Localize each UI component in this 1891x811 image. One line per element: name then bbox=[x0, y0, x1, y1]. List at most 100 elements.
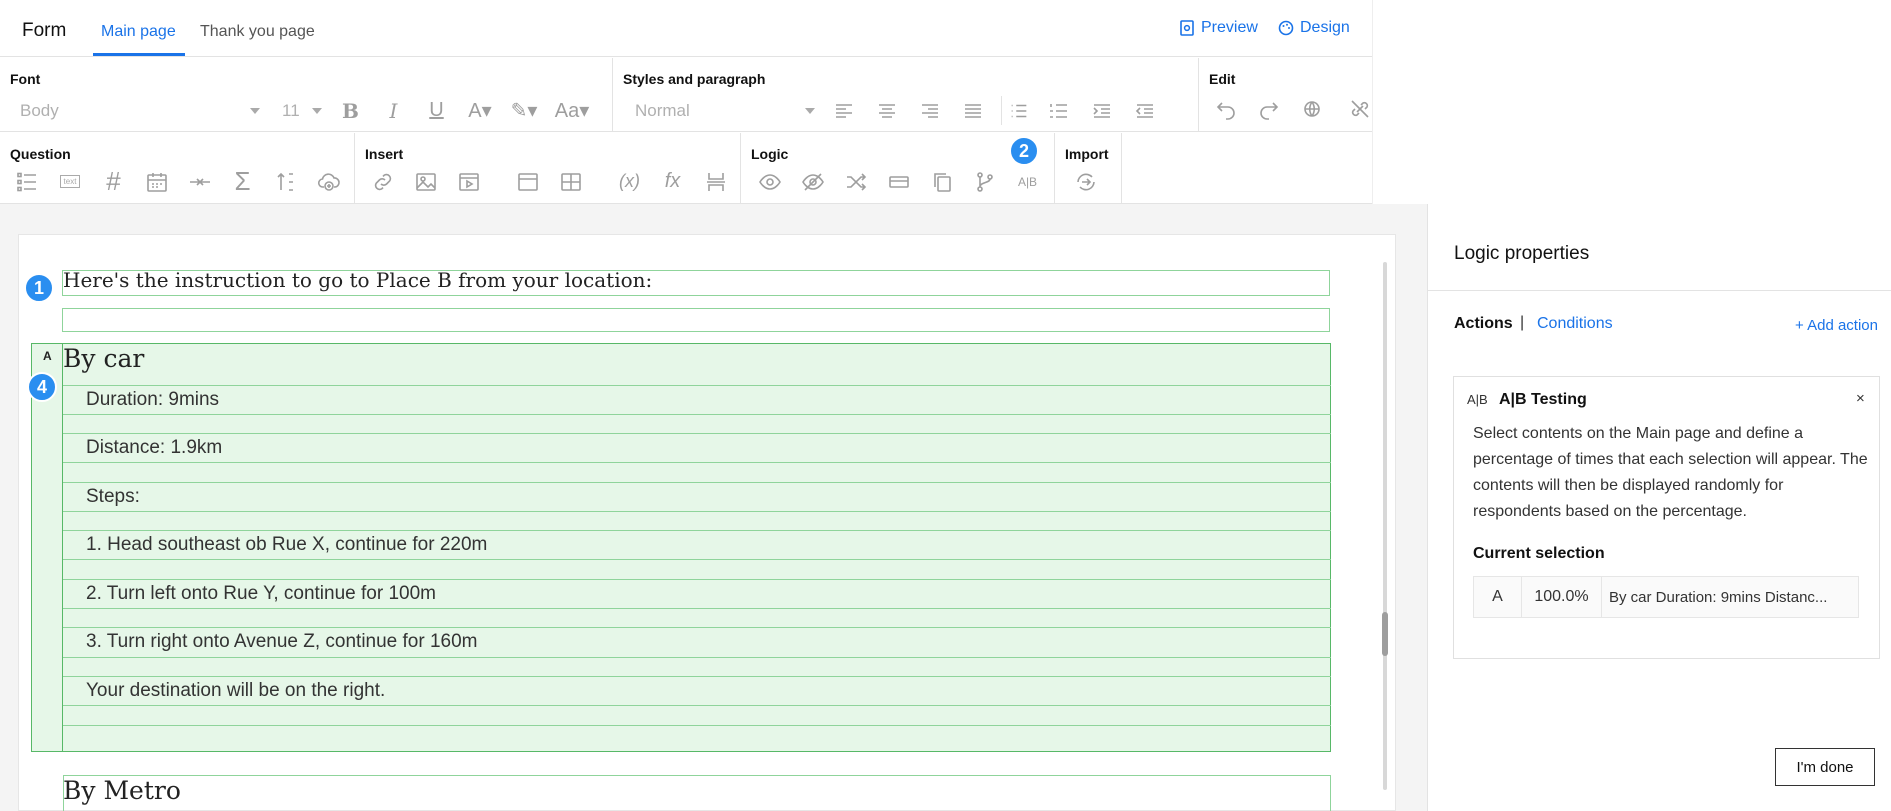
copy-icon[interactable] bbox=[927, 167, 956, 196]
selection-percent-input[interactable]: 100.0% bbox=[1522, 577, 1602, 617]
divider bbox=[63, 559, 1331, 560]
divider bbox=[63, 579, 1331, 580]
text-field-icon[interactable]: text bbox=[55, 167, 85, 196]
show-icon[interactable] bbox=[755, 167, 784, 196]
font-size-select[interactable]: 11 bbox=[282, 101, 322, 121]
done-button[interactable]: I'm done bbox=[1775, 748, 1875, 786]
selection-row[interactable]: A 100.0% By car Duration: 9mins Distanc.… bbox=[1473, 576, 1859, 618]
undo-icon[interactable] bbox=[1211, 94, 1240, 123]
divider bbox=[63, 385, 1331, 386]
palette-icon bbox=[1278, 20, 1294, 36]
ribbon-row-elements: Question text # Σ Insert (x) fx Logic A|… bbox=[0, 133, 1372, 204]
justify-icon[interactable] bbox=[958, 96, 987, 125]
editor-scrollbar-thumb[interactable] bbox=[1382, 612, 1388, 656]
close-icon[interactable]: × bbox=[1856, 390, 1865, 407]
frame-icon[interactable] bbox=[513, 167, 542, 196]
active-tab-indicator bbox=[93, 53, 185, 56]
font-case-icon[interactable]: Aa▾ bbox=[553, 96, 591, 125]
align-right-icon[interactable] bbox=[915, 96, 944, 125]
bold-icon[interactable]: B bbox=[336, 96, 365, 125]
import-group-title: Import bbox=[1065, 146, 1109, 162]
piping-icon[interactable] bbox=[884, 167, 913, 196]
question-group-title: Question bbox=[10, 146, 71, 162]
import-icon[interactable] bbox=[1071, 167, 1100, 196]
shuffle-icon[interactable] bbox=[841, 167, 870, 196]
tab-conditions[interactable]: Conditions bbox=[1537, 315, 1613, 333]
font-group: Font Body 11 B I U A▾ ✎▾ Aa▾ bbox=[0, 58, 613, 131]
chevron-down-icon bbox=[805, 107, 815, 114]
sum-icon[interactable]: Σ bbox=[228, 166, 257, 196]
preview-button[interactable]: Preview bbox=[1179, 19, 1258, 37]
empty-paragraph[interactable] bbox=[62, 308, 1330, 332]
paragraph-style-value: Normal bbox=[635, 100, 690, 120]
content-line[interactable]: 3. Turn right onto Avenue Z, continue fo… bbox=[86, 631, 478, 653]
logic-group: Logic A|B bbox=[741, 133, 1055, 203]
chevron-down-icon bbox=[250, 107, 260, 114]
editor-scrollbar-track[interactable] bbox=[1383, 262, 1387, 790]
ribbon-row-formatting: Font Body 11 B I U A▾ ✎▾ Aa▾ Styles and … bbox=[0, 58, 1372, 132]
slider-icon[interactable] bbox=[185, 167, 214, 196]
choice-list-icon[interactable] bbox=[12, 167, 41, 196]
tab-separator: | bbox=[1520, 314, 1525, 331]
card-description: Select contents on the Main page and def… bbox=[1473, 425, 1868, 520]
step-badge-1: 1 bbox=[24, 273, 54, 303]
selection-variant: A bbox=[1474, 577, 1522, 617]
edit-group-title: Edit bbox=[1209, 71, 1236, 87]
variant-heading[interactable]: By car bbox=[63, 344, 144, 373]
divider bbox=[63, 511, 1331, 512]
add-action-link[interactable]: + Add action bbox=[1795, 317, 1878, 334]
unlink-icon[interactable] bbox=[1345, 94, 1374, 123]
tab-actions[interactable]: Actions bbox=[1454, 315, 1513, 333]
intro-text[interactable]: Here's the instruction to go to Place B … bbox=[63, 268, 652, 292]
font-family-select[interactable]: Body bbox=[20, 101, 260, 121]
tab-main-page[interactable]: Main page bbox=[101, 23, 176, 41]
function-icon[interactable]: fx bbox=[658, 167, 687, 196]
content-line[interactable]: Distance: 1.9km bbox=[86, 437, 222, 459]
italic-icon[interactable]: I bbox=[379, 96, 408, 125]
ribbon-edge bbox=[1372, 0, 1373, 204]
video-icon[interactable] bbox=[454, 167, 483, 196]
hide-icon[interactable] bbox=[798, 167, 827, 196]
outdent-icon[interactable] bbox=[1130, 96, 1159, 125]
number-icon[interactable]: # bbox=[99, 166, 128, 196]
indent-icon[interactable] bbox=[1087, 96, 1116, 125]
numbered-list-icon[interactable] bbox=[1044, 96, 1073, 125]
calendar-icon[interactable] bbox=[142, 167, 171, 196]
highlight-icon[interactable]: ✎▾ bbox=[509, 96, 539, 125]
upload-icon[interactable] bbox=[314, 167, 343, 196]
divider bbox=[63, 433, 1331, 434]
ranking-icon[interactable] bbox=[271, 167, 300, 196]
redo-icon[interactable] bbox=[1254, 94, 1283, 123]
link-icon[interactable] bbox=[368, 167, 397, 196]
next-heading[interactable]: By Metro bbox=[63, 776, 181, 805]
content-line[interactable]: Your destination will be on the right. bbox=[86, 680, 385, 702]
design-button[interactable]: Design bbox=[1278, 19, 1350, 37]
content-line[interactable]: 1. Head southeast ob Rue X, continue for… bbox=[86, 534, 487, 556]
branch-icon[interactable] bbox=[970, 167, 999, 196]
bullet-list-icon[interactable] bbox=[1001, 96, 1030, 125]
panel-title: Logic properties bbox=[1454, 243, 1590, 264]
content-line[interactable]: Steps: bbox=[86, 486, 140, 508]
table-icon[interactable] bbox=[556, 167, 585, 196]
font-group-title: Font bbox=[10, 71, 41, 87]
current-selection-label: Current selection bbox=[1473, 545, 1605, 562]
text-color-icon[interactable]: A▾ bbox=[465, 96, 495, 125]
ab-variant-label: A bbox=[43, 349, 52, 363]
underline-icon[interactable]: U bbox=[422, 96, 451, 125]
design-label: Design bbox=[1300, 19, 1350, 36]
tab-thank-you-page[interactable]: Thank you page bbox=[200, 23, 315, 41]
step-badge-4: 4 bbox=[27, 372, 57, 402]
divider bbox=[63, 627, 1331, 628]
image-icon[interactable] bbox=[411, 167, 440, 196]
styles-group: Styles and paragraph Normal bbox=[613, 58, 1199, 131]
align-center-icon[interactable] bbox=[872, 96, 901, 125]
ab-testing-icon[interactable]: A|B bbox=[1013, 167, 1042, 196]
variable-icon[interactable]: (x) bbox=[615, 167, 644, 196]
page-break-icon[interactable] bbox=[701, 167, 730, 196]
align-left-icon[interactable] bbox=[829, 96, 858, 125]
step-badge-2: 2 bbox=[1009, 136, 1039, 166]
content-line[interactable]: Duration: 9mins bbox=[86, 389, 219, 411]
content-line[interactable]: 2. Turn left onto Rue Y, continue for 10… bbox=[86, 583, 436, 605]
language-icon[interactable] bbox=[1297, 94, 1331, 123]
paragraph-style-select[interactable]: Normal bbox=[635, 101, 815, 121]
